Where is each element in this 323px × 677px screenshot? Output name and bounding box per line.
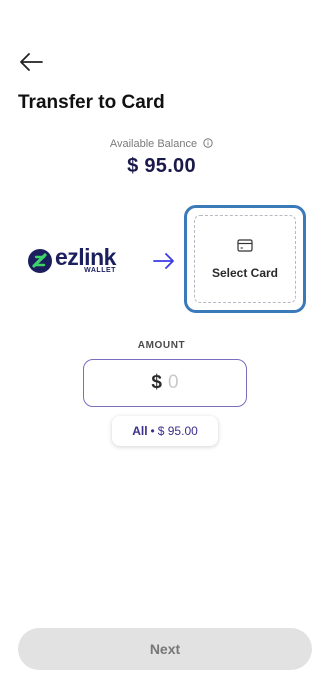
select-card-button[interactable]: Select Card (184, 205, 306, 313)
arrow-left-icon (20, 53, 43, 71)
select-card-dropzone: Select Card (194, 215, 296, 303)
available-balance-value: $ 95.00 (127, 155, 196, 177)
ezlink-logo-mark (28, 249, 52, 273)
available-balance-label: Available Balance (0, 138, 323, 150)
amount-input[interactable]: $ 0 (83, 359, 247, 407)
ezlink-logo-word: ezlink (55, 244, 116, 270)
ezlink-wallet-logo: ezlink WALLET (28, 246, 116, 276)
page-title: Transfer to Card (18, 92, 165, 113)
info-icon[interactable] (203, 138, 213, 148)
arrow-right-icon (153, 253, 174, 269)
all-chip-separator: • (150, 424, 155, 438)
card-icon (237, 238, 253, 252)
all-chip-amount: $ 95.00 (157, 424, 198, 438)
available-balance-text: Available Balance (109, 138, 198, 150)
next-button[interactable]: Next (18, 628, 312, 670)
amount-label: AMOUNT (137, 340, 186, 351)
amount-currency: $ (151, 372, 162, 393)
all-amount-chip[interactable]: All • $ 95.00 (112, 416, 218, 446)
back-button[interactable] (18, 50, 44, 74)
all-chip-label: All (132, 424, 148, 438)
amount-placeholder: 0 (168, 372, 179, 393)
select-card-label: Select Card (211, 265, 279, 280)
